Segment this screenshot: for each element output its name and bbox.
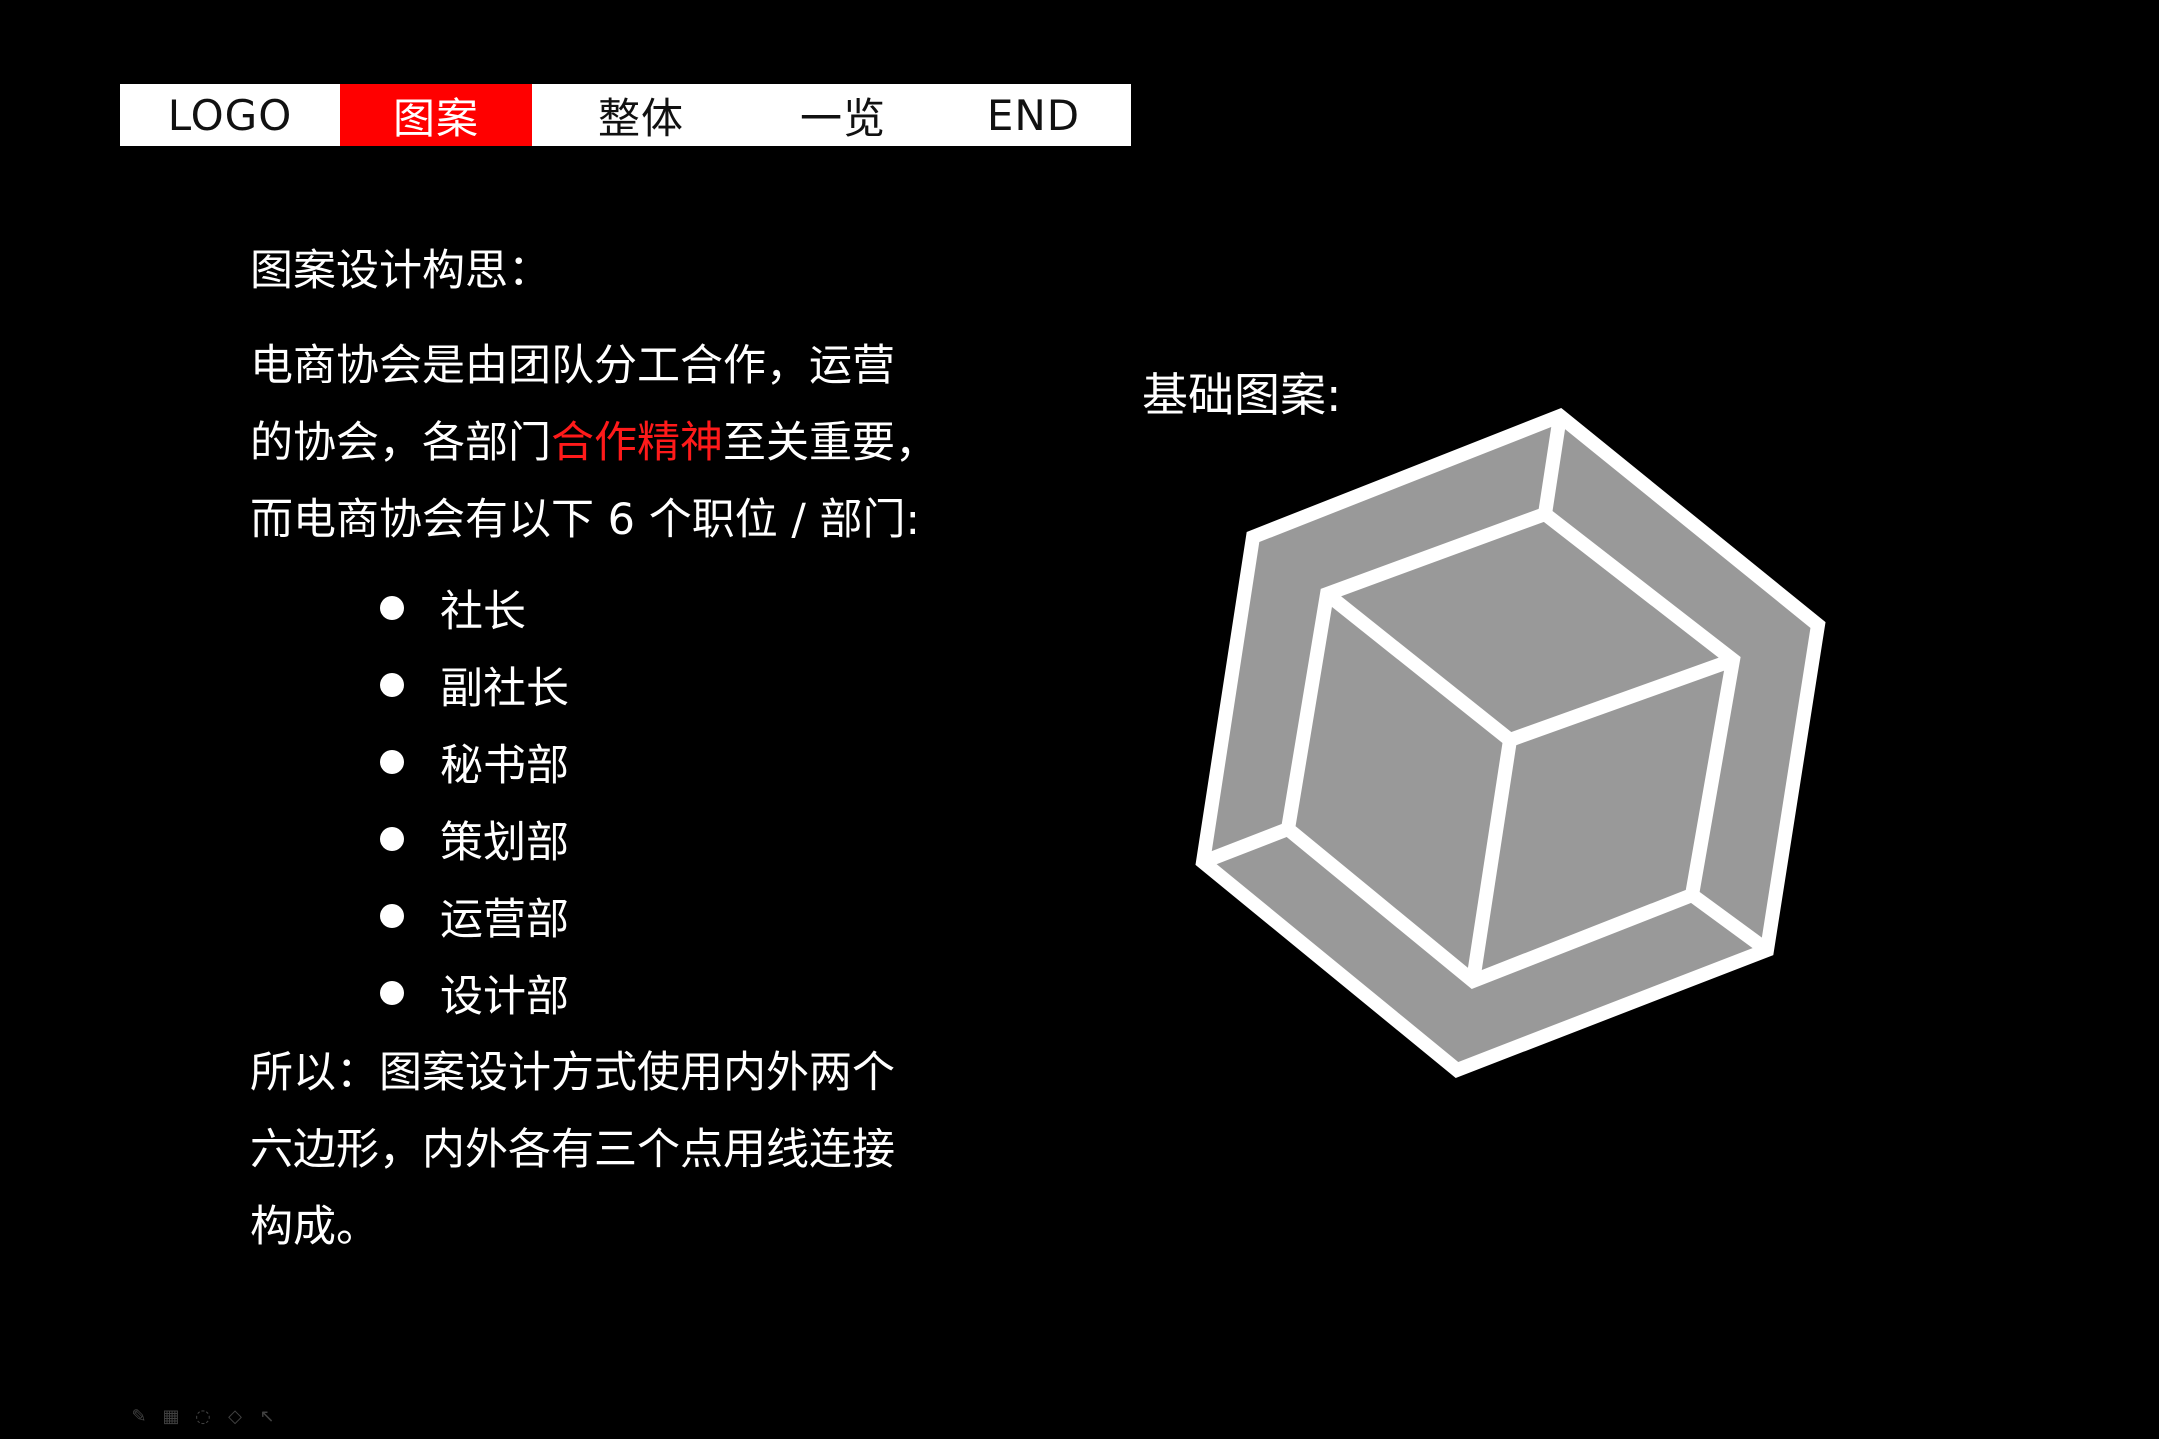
eraser-icon[interactable]: ◇ xyxy=(224,1406,246,1428)
presenter-toolbar: ✎ ▦ ◌ ◇ ↖ xyxy=(128,1406,278,1428)
pointer-icon[interactable]: ↖ xyxy=(256,1406,278,1428)
keyboard-icon[interactable]: ▦ xyxy=(160,1406,182,1428)
lasso-icon[interactable]: ◌ xyxy=(192,1406,214,1428)
hexagon-cube-pattern xyxy=(1195,407,1826,1079)
slide: LOGO 图案 整体 一览 END 图案设计构思： 电商协会是由团队分工合作，运… xyxy=(0,0,2159,1439)
pen-icon[interactable]: ✎ xyxy=(128,1406,150,1428)
